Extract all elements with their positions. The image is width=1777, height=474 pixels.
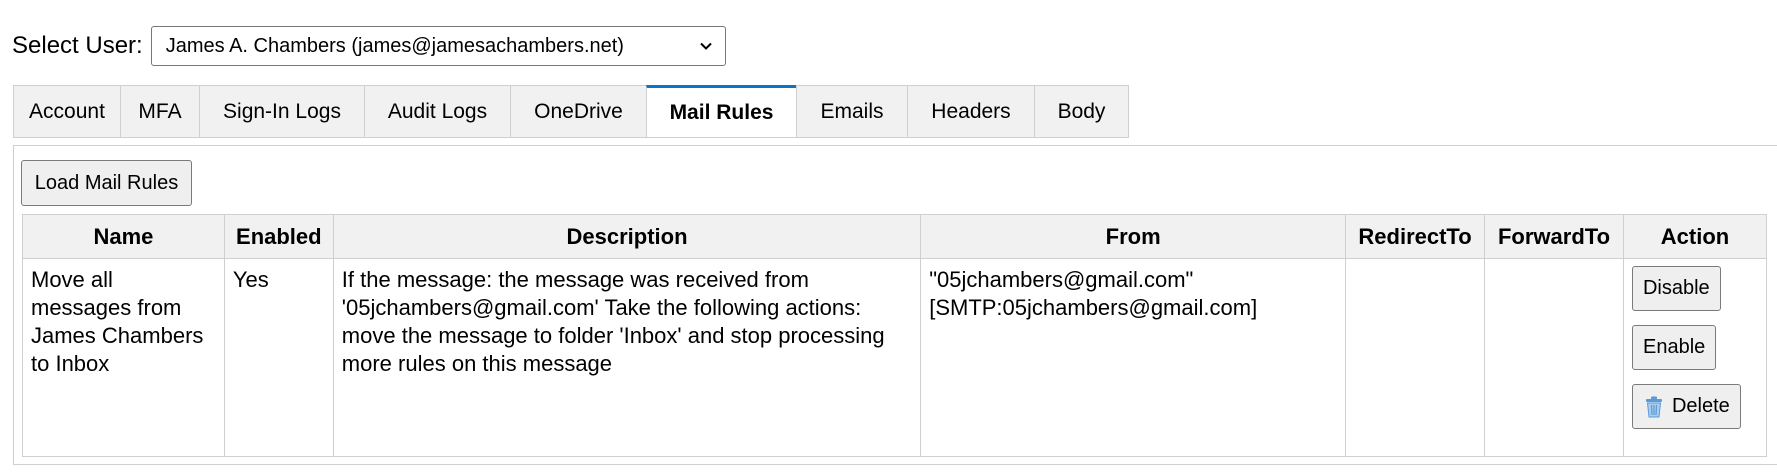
tab-headers[interactable]: Headers (907, 85, 1034, 138)
tab-audit-logs[interactable]: Audit Logs (364, 85, 510, 138)
rule-forward-to-cell (1484, 258, 1624, 457)
mail-rules-panel: Load Mail Rules Name Enabled Description… (13, 145, 1777, 465)
selected-user: James A. Chambers (james@jamesachambers.… (165, 34, 624, 57)
trash-icon (1645, 396, 1662, 417)
tab-account[interactable]: Account (13, 85, 120, 138)
tab-onedrive[interactable]: OneDrive (510, 85, 646, 138)
rule-description-cell: If the message: the message was received… (332, 258, 922, 457)
rule-from-cell: "05jchambers@gmail.com" [SMTP:05jchamber… (920, 258, 1347, 457)
rule-enabled-cell: Yes (223, 258, 334, 457)
chevron-down-icon (700, 42, 712, 50)
column-header-enabled: Enabled (223, 214, 334, 259)
delete-label: Delete (1671, 395, 1730, 417)
rule-redirect-to-cell (1345, 258, 1486, 457)
delete-rule-button[interactable]: Delete (1631, 384, 1741, 429)
column-header-forward-to: ForwardTo (1484, 214, 1624, 259)
user-selector: Select User: James A. Chambers (james@ja… (12, 26, 726, 66)
select-user-label: Select User: (12, 32, 143, 59)
tab-body[interactable]: Body (1034, 85, 1129, 138)
load-mail-rules-button[interactable]: Load Mail Rules (21, 160, 192, 206)
column-header-action: Action (1622, 214, 1768, 259)
mail-rules-table: Name Enabled Description From RedirectTo… (22, 214, 1768, 457)
rule-action-cell: Disable Enable Delete (1622, 258, 1768, 457)
tab-mail-rules[interactable]: Mail Rules (646, 85, 796, 138)
column-header-description: Description (332, 214, 922, 259)
tab-mfa[interactable]: MFA (120, 85, 199, 138)
tab-sign-in-logs[interactable]: Sign-In Logs (199, 85, 364, 138)
column-header-name: Name (22, 214, 225, 259)
enable-rule-button[interactable]: Enable (1631, 325, 1717, 370)
tab-bar: Account MFA Sign-In Logs Audit Logs OneD… (13, 85, 1129, 138)
disable-rule-button[interactable]: Disable (1631, 266, 1721, 311)
column-header-from: From (920, 214, 1347, 259)
user-select-dropdown[interactable]: James A. Chambers (james@jamesachambers.… (150, 26, 726, 66)
column-header-redirect-to: RedirectTo (1345, 214, 1486, 259)
tab-emails[interactable]: Emails (796, 85, 907, 138)
table-row: Move all messages from James Chambers to… (22, 258, 1768, 457)
rule-name-cell: Move all messages from James Chambers to… (22, 258, 225, 457)
table-header-row: Name Enabled Description From RedirectTo… (22, 214, 1768, 259)
